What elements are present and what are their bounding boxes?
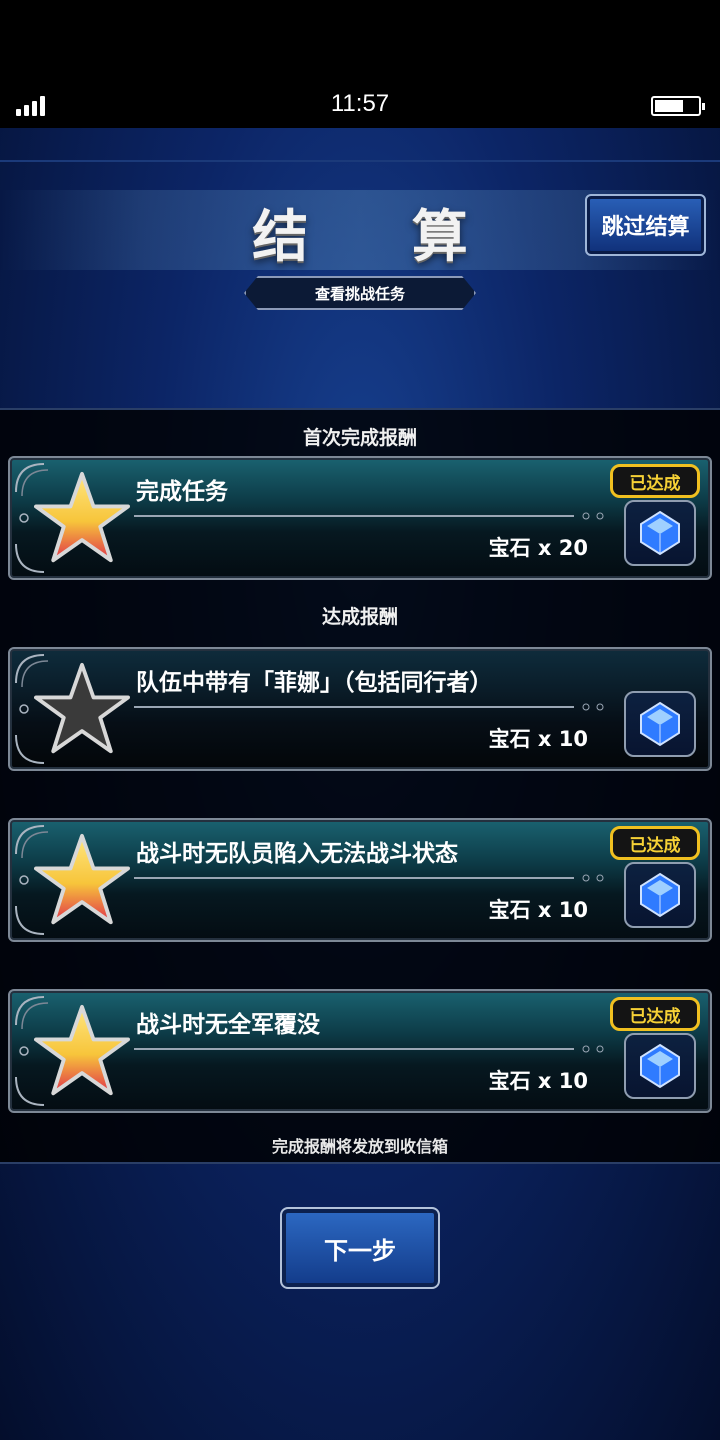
task-label: 队伍中带有「菲娜」（包括同行者） (136, 670, 493, 696)
reward-card: 战斗时无队员陷入无法战斗状态 宝石 x 10 已达成 (8, 818, 712, 942)
star-icon (34, 1004, 130, 1096)
ornament-line (134, 1045, 604, 1053)
gem-icon (624, 691, 696, 757)
reward-amount: 宝石 x 10 (488, 727, 588, 751)
divider (0, 408, 720, 410)
star-empty-icon (34, 662, 130, 754)
next-button[interactable]: 下一步 (280, 1207, 440, 1289)
task-label: 战斗时无队员陷入无法战斗状态 (136, 841, 458, 867)
reward-amount: 宝石 x 20 (488, 536, 588, 560)
achieved-badge: 已达成 (610, 997, 700, 1031)
gem-icon (624, 862, 696, 928)
view-challenge-missions-button[interactable]: 查看挑战任务 (244, 276, 476, 310)
footer-note: 完成报酬将发放到收信箱 (271, 1137, 448, 1156)
ornament-line (134, 512, 604, 520)
section-achievement: 达成报酬 (321, 606, 398, 628)
skip-settlement-button[interactable]: 跳过结算 (585, 194, 706, 256)
star-icon (34, 471, 130, 563)
task-label: 完成任务 (136, 479, 228, 505)
achieved-badge: 已达成 (610, 826, 700, 860)
battery-icon (651, 96, 705, 116)
status-bar: 11:57 (0, 0, 720, 128)
reward-amount: 宝石 x 10 (488, 1069, 588, 1093)
gem-icon (624, 1033, 696, 1099)
reward-card: 战斗时无全军覆没 宝石 x 10 已达成 (8, 989, 712, 1113)
ornament-line (134, 703, 604, 711)
divider (0, 1162, 720, 1164)
gem-icon (624, 500, 696, 566)
status-time: 11:57 (330, 90, 390, 117)
task-label: 战斗时无全军覆没 (136, 1012, 320, 1038)
reward-amount: 宝石 x 10 (488, 898, 588, 922)
reward-card: 完成任务 宝石 x 20 已达成 (8, 456, 712, 580)
achieved-badge: 已达成 (610, 464, 700, 498)
ornament-line (134, 874, 604, 882)
divider (0, 160, 720, 162)
reward-card: 队伍中带有「菲娜」（包括同行者） 宝石 x 10 (8, 647, 712, 771)
star-icon (34, 833, 130, 925)
section-first-clear: 首次完成报酬 (302, 427, 417, 449)
